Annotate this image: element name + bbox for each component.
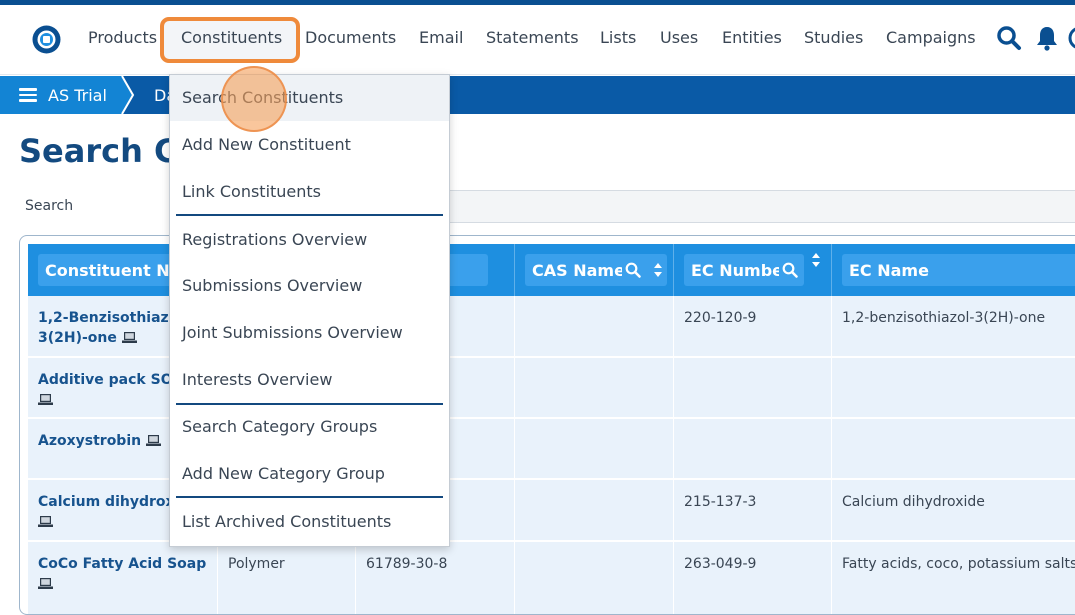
breadcrumb-item-workspace[interactable]: AS Trial — [0, 76, 122, 114]
cas-number-cell: 61789-30-8 — [366, 556, 448, 572]
column-header-ec-name[interactable]: EC Name — [832, 244, 1075, 296]
column-header-cas-name[interactable]: CAS Name — [515, 244, 674, 296]
menu-item-label: Registrations Overview — [182, 230, 368, 249]
menu-item-label: Search Category Groups — [182, 417, 378, 436]
constituent-name-link[interactable]: Calcium dihydrox — [38, 492, 175, 532]
ec-number-cell: 215-137-3 — [684, 494, 757, 510]
nav-email[interactable]: Email — [419, 28, 463, 47]
sort-icon[interactable] — [811, 252, 821, 272]
laptop-icon — [38, 578, 53, 589]
search-icon[interactable] — [996, 25, 1022, 51]
nav-products[interactable]: Products — [88, 28, 157, 47]
menu-item-joint-submissions-overview[interactable]: Joint Submissions Overview — [170, 310, 449, 356]
menu-item-search-constituents[interactable]: Search Constituents — [170, 75, 449, 121]
menu-item-interests-overview[interactable]: Interests Overview — [170, 357, 449, 403]
nav-studies[interactable]: Studies — [804, 28, 863, 47]
constituent-name-link[interactable]: 1,2-Benzisothiazol 3(2H)-one — [38, 308, 183, 348]
search-input[interactable] — [445, 190, 1075, 223]
menu-item-label: Interests Overview — [182, 370, 333, 389]
menu-item-registrations-overview[interactable]: Registrations Overview — [170, 217, 449, 263]
laptop-icon — [121, 332, 137, 343]
menu-item-list-archived-constituents[interactable]: List Archived Constituents — [170, 499, 449, 545]
menu-item-add-new-category-group[interactable]: Add New Category Group — [170, 451, 449, 497]
laptop-icon — [38, 516, 53, 527]
laptop-icon — [38, 394, 53, 405]
constituent-name-link[interactable]: Additive pack SO- — [38, 370, 179, 410]
menu-item-label: Submissions Overview — [182, 276, 363, 295]
ec-name-cell: Calcium dihydroxide — [842, 494, 985, 510]
menu-item-search-category-groups[interactable]: Search Category Groups — [170, 404, 449, 450]
bell-icon[interactable] — [1035, 25, 1059, 51]
breadcrumb-chevron-icon — [117, 76, 135, 114]
column-label: EC Name — [849, 261, 929, 280]
click-indicator — [221, 66, 287, 132]
type-cell: Polymer — [228, 556, 285, 572]
search-icon[interactable] — [625, 262, 641, 282]
top-navigation: Products Constituents Documents Email St… — [0, 5, 1075, 75]
menu-item-label: Add New Category Group — [182, 464, 385, 483]
menu-divider — [176, 496, 443, 498]
menu-item-label: List Archived Constituents — [182, 512, 392, 531]
column-label: EC Number — [691, 261, 779, 280]
menu-item-add-new-constituent[interactable]: Add New Constituent — [170, 122, 449, 168]
ec-name-cell: 1,2-benzisothiazol-3(2H)-one — [842, 310, 1046, 326]
constituent-name-link[interactable]: Azoxystrobin — [38, 431, 161, 451]
menu-item-link-constituents[interactable]: Link Constituents — [170, 169, 449, 215]
ec-name-cell: Fatty acids, coco, potassium salts — [842, 556, 1075, 572]
user-avatar-icon[interactable] — [1068, 25, 1075, 51]
search-label: Search — [25, 198, 74, 214]
constituent-name-link[interactable]: CoCo Fatty Acid Soap — [38, 554, 206, 594]
app-logo-icon[interactable] — [32, 25, 61, 54]
sort-icon[interactable] — [653, 262, 663, 282]
search-icon[interactable] — [782, 262, 798, 282]
column-header-ec-number[interactable]: EC Number — [674, 244, 832, 296]
breadcrumb: AS Trial Da — [0, 76, 1075, 114]
nav-entities[interactable]: Entities — [722, 28, 782, 47]
menu-item-label: Link Constituents — [182, 182, 322, 201]
menu-divider — [176, 214, 443, 216]
constituents-dropdown-menu: Search Constituents Add New Constituent … — [169, 74, 450, 547]
hamburger-icon[interactable] — [19, 88, 37, 102]
nav-uses[interactable]: Uses — [660, 28, 698, 47]
laptop-icon — [145, 435, 161, 446]
menu-item-label: Add New Constituent — [182, 135, 351, 154]
nav-documents[interactable]: Documents — [305, 28, 396, 47]
column-label: CAS Name — [532, 261, 622, 280]
ec-number-cell: 263-049-9 — [684, 556, 757, 572]
breadcrumb-workspace-label: AS Trial — [48, 86, 107, 105]
nav-constituents[interactable]: Constituents — [181, 28, 282, 47]
ec-number-cell: 220-120-9 — [684, 310, 757, 326]
menu-item-label: Joint Submissions Overview — [182, 323, 403, 342]
menu-item-submissions-overview[interactable]: Submissions Overview — [170, 263, 449, 309]
nav-statements[interactable]: Statements — [486, 28, 579, 47]
table-row[interactable]: CoCo Fatty Acid Soap Polymer 61789-30-8 … — [28, 542, 1075, 614]
nav-campaigns[interactable]: Campaigns — [886, 28, 976, 47]
nav-lists[interactable]: Lists — [600, 28, 636, 47]
